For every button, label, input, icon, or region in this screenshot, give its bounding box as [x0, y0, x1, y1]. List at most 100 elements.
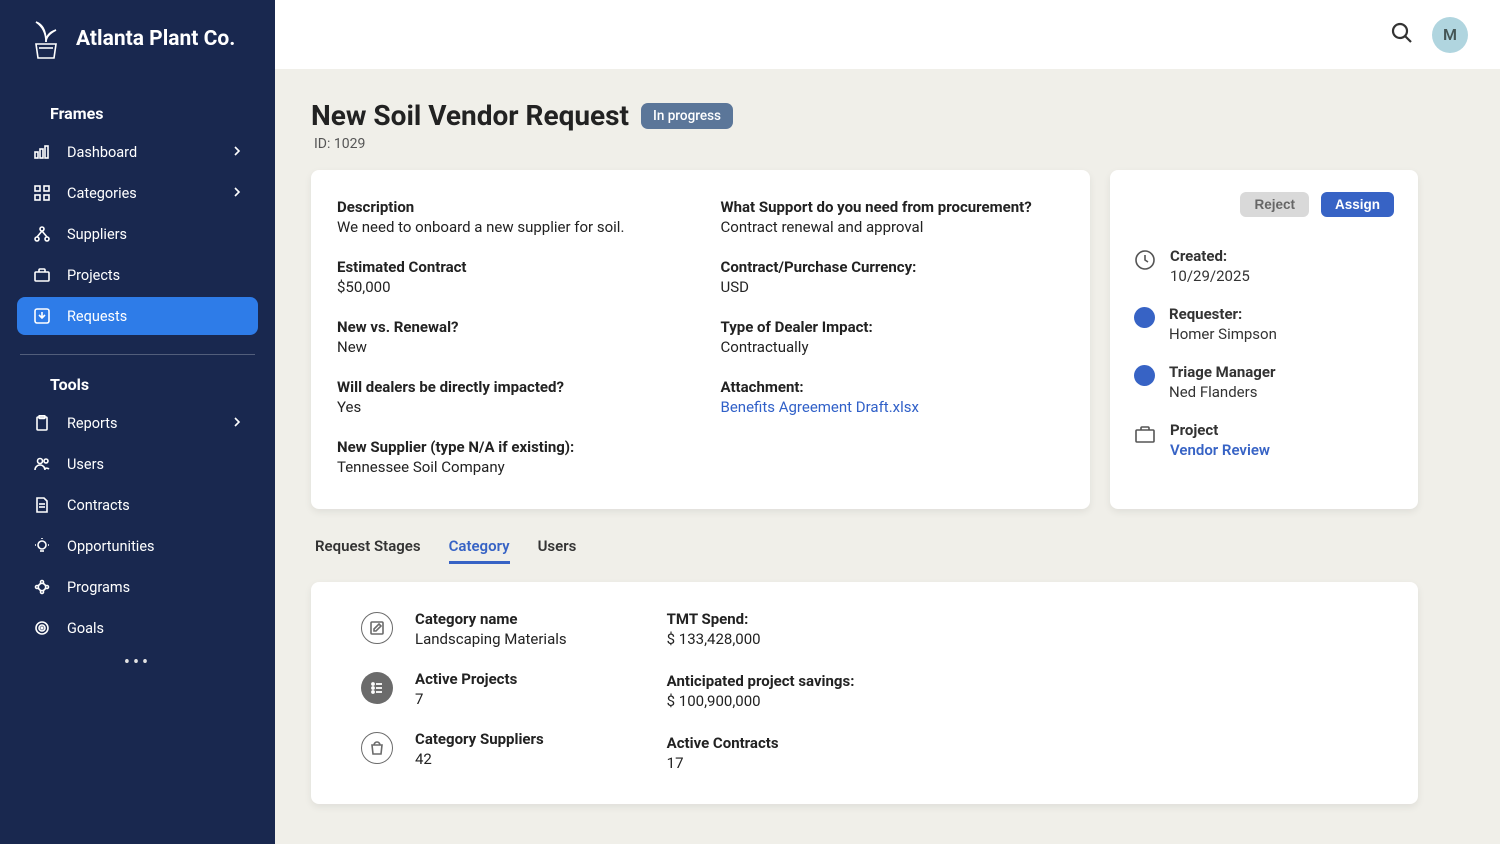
sidebar-section-frames: Frames: [0, 90, 275, 133]
meta-value: 10/29/2025: [1170, 267, 1250, 285]
sidebar-section-tools: Tools: [0, 361, 275, 404]
sidebar-item-label: Reports: [67, 415, 118, 432]
cat-label: Anticipated project savings:: [667, 672, 855, 690]
sidebar-item-categories[interactable]: Categories: [17, 174, 258, 212]
field-value: $50,000: [337, 278, 681, 296]
sidebar-item-requests[interactable]: Requests: [17, 297, 258, 335]
logo[interactable]: Atlanta Plant Co.: [0, 18, 275, 90]
bag-icon: [361, 732, 393, 764]
sidebar-item-programs[interactable]: Programs: [17, 568, 258, 606]
triage-avatar: [1134, 365, 1155, 386]
chevron-right-icon: [232, 185, 242, 202]
sidebar: Atlanta Plant Co. Frames Dashboard Categ…: [0, 0, 275, 844]
sidebar-more[interactable]: •••: [17, 650, 258, 673]
meta-label: Requester:: [1169, 305, 1277, 323]
cat-value: Landscaping Materials: [415, 630, 567, 648]
tab-category[interactable]: Category: [449, 537, 510, 564]
tab-users[interactable]: Users: [538, 537, 577, 564]
target-icon: [33, 620, 51, 636]
lightbulb-icon: [33, 538, 51, 554]
field-value: Tennessee Soil Company: [337, 458, 681, 476]
request-id: ID: 1029: [314, 136, 1500, 152]
network-icon: [33, 226, 51, 242]
cat-label: Active Projects: [415, 670, 517, 688]
sidebar-item-label: Suppliers: [67, 226, 127, 243]
field-label: New vs. Renewal?: [337, 318, 681, 336]
field-value: We need to onboard a new supplier for so…: [337, 218, 681, 236]
field-label: Estimated Contract: [337, 258, 681, 276]
sidebar-item-label: Projects: [67, 267, 120, 284]
cat-label: Active Contracts: [667, 734, 779, 752]
category-card: Category name Landscaping Materials Activ…: [311, 582, 1418, 804]
attachment-link[interactable]: Benefits Agreement Draft.xlsx: [721, 398, 1065, 416]
field-value: Contract renewal and approval: [721, 218, 1065, 236]
cat-label: Category Suppliers: [415, 730, 544, 748]
sidebar-item-reports[interactable]: Reports: [17, 404, 258, 442]
field-value: Yes: [337, 398, 681, 416]
sidebar-item-label: Requests: [67, 308, 127, 325]
tabs: Request Stages Category Users: [311, 537, 1500, 564]
users-icon: [33, 456, 51, 472]
sidebar-item-opportunities[interactable]: Opportunities: [17, 527, 258, 565]
sidebar-item-users[interactable]: Users: [17, 445, 258, 483]
sidebar-divider: [20, 354, 255, 355]
sidebar-item-projects[interactable]: Projects: [17, 256, 258, 294]
reject-button[interactable]: Reject: [1240, 192, 1309, 217]
sidebar-item-label: Users: [67, 456, 104, 473]
briefcase-icon: [33, 267, 51, 283]
chevron-right-icon: [232, 144, 242, 161]
sidebar-item-contracts[interactable]: Contracts: [17, 486, 258, 524]
field-label: Attachment:: [721, 378, 1065, 396]
field-value: New: [337, 338, 681, 356]
field-label: Contract/Purchase Currency:: [721, 258, 1065, 276]
sidebar-item-label: Opportunities: [67, 538, 155, 555]
meta-label: Triage Manager: [1169, 363, 1275, 381]
nodes-icon: [33, 579, 51, 595]
clipboard-icon: [33, 415, 51, 431]
main: M New Soil Vendor Request In progress ID…: [275, 0, 1500, 844]
page-title: New Soil Vendor Request: [311, 99, 629, 132]
field-label: What Support do you need from procuremen…: [721, 198, 1065, 216]
meta-value: Ned Flanders: [1169, 383, 1275, 401]
sidebar-item-label: Contracts: [67, 497, 130, 514]
search-icon[interactable]: [1390, 21, 1414, 49]
field-label: Will dealers be directly impacted?: [337, 378, 681, 396]
field-value: USD: [721, 278, 1065, 296]
brand-name: Atlanta Plant Co.: [76, 27, 235, 51]
sidebar-item-label: Programs: [67, 579, 130, 596]
requester-avatar: [1134, 307, 1155, 328]
field-label: Type of Dealer Impact:: [721, 318, 1065, 336]
briefcase-icon: [1134, 423, 1156, 445]
status-badge: In progress: [641, 103, 733, 129]
download-box-icon: [33, 308, 51, 324]
field-label: New Supplier (type N/A if existing):: [337, 438, 681, 456]
sidebar-item-goals[interactable]: Goals: [17, 609, 258, 647]
project-link[interactable]: Vendor Review: [1170, 441, 1270, 459]
cat-label: Category name: [415, 610, 567, 628]
list-icon: [361, 672, 393, 704]
details-card: Description We need to onboard a new supp…: [311, 170, 1090, 509]
meta-label: Project: [1170, 421, 1270, 439]
clock-icon: [1134, 249, 1156, 271]
chevron-right-icon: [232, 415, 242, 432]
meta-value: Homer Simpson: [1169, 325, 1277, 343]
cat-value: $ 133,428,000: [667, 630, 761, 648]
tab-request-stages[interactable]: Request Stages: [315, 537, 421, 564]
sidebar-item-label: Categories: [67, 185, 137, 202]
bar-chart-icon: [33, 144, 51, 160]
sidebar-item-dashboard[interactable]: Dashboard: [17, 133, 258, 171]
sidebar-item-label: Goals: [67, 620, 104, 637]
sidebar-item-suppliers[interactable]: Suppliers: [17, 215, 258, 253]
cat-value: $ 100,900,000: [667, 692, 855, 710]
cat-value: 17: [667, 754, 779, 772]
field-label: Description: [337, 198, 681, 216]
grid-icon: [33, 185, 51, 201]
cat-value: 7: [415, 690, 517, 708]
edit-icon: [361, 612, 393, 644]
user-avatar[interactable]: M: [1432, 17, 1468, 53]
side-card: Reject Assign Created: 10/29/2025 Request…: [1110, 170, 1418, 509]
meta-label: Created:: [1170, 247, 1250, 265]
sidebar-item-label: Dashboard: [67, 144, 137, 161]
plant-logo-icon: [30, 18, 62, 60]
assign-button[interactable]: Assign: [1321, 192, 1394, 217]
